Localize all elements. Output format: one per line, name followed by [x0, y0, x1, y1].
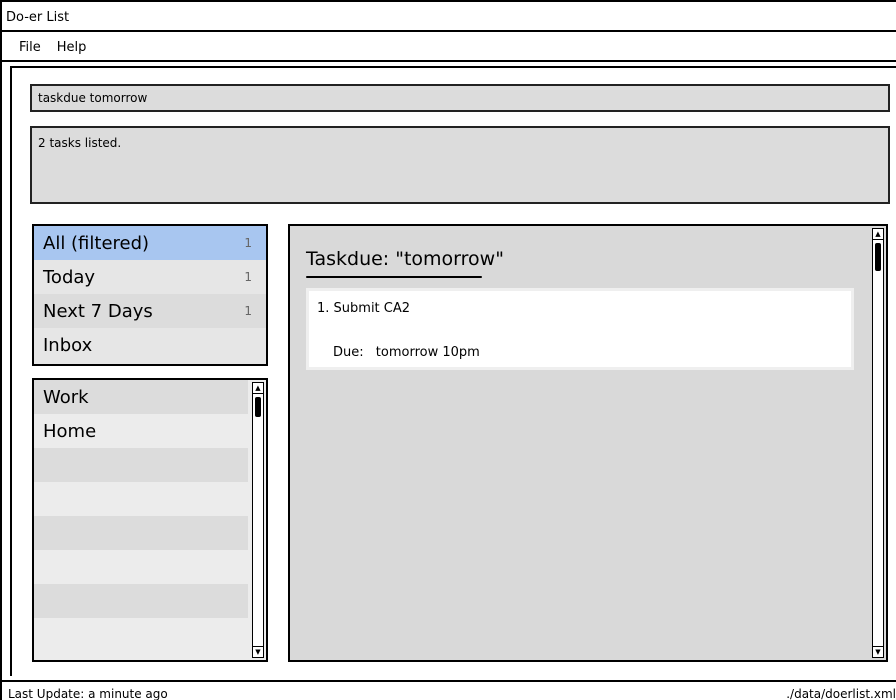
filter-item-next-7-days[interactable]: Next 7 Days 1: [34, 294, 266, 328]
task-due-value: tomorrow 10pm: [375, 345, 480, 360]
scrollbar-thumb[interactable]: [255, 397, 261, 417]
filter-item-label: All (filtered): [43, 232, 150, 254]
category-list-scrollbar[interactable]: ▲ ▼: [252, 382, 264, 658]
last-update-text: Last Update: a minute ago: [8, 687, 168, 700]
list-item: [34, 550, 248, 584]
window-title: Do-er List: [6, 10, 70, 25]
task-card[interactable]: 1. Submit CA2 Due: tomorrow 10pm: [306, 288, 854, 370]
command-input[interactable]: taskdue tomorrow: [30, 84, 890, 112]
detail-title: Taskdue: "tomorrow": [306, 248, 504, 270]
main-area: taskdue tomorrow 2 tasks listed. All (fi…: [10, 66, 896, 676]
filter-item-count: 1: [244, 270, 252, 284]
menu-file[interactable]: File: [19, 40, 41, 60]
menu-help[interactable]: Help: [57, 40, 87, 60]
status-bar: Last Update: a minute ago ./data/doerlis…: [2, 680, 896, 700]
task-due: Due: tomorrow 10pm: [333, 345, 480, 360]
filter-panel: All (filtered) 1 Today 1 Next 7 Days 1 I…: [32, 224, 268, 366]
filter-item-count: 1: [244, 304, 252, 318]
title-bar: Do-er List: [2, 2, 896, 32]
category-item-label: Work: [43, 386, 89, 408]
filter-item-all[interactable]: All (filtered) 1: [34, 226, 266, 260]
filter-item-count: 1: [244, 236, 252, 250]
task-name: 1. Submit CA2: [317, 301, 411, 316]
file-path-text: ./data/doerlist.xml: [786, 687, 896, 700]
scrollbar-thumb[interactable]: [875, 243, 881, 271]
list-item: [34, 618, 248, 652]
task-due-label: Due:: [333, 345, 364, 360]
list-item: [34, 448, 248, 482]
scroll-up-arrow-icon[interactable]: ▲: [253, 383, 263, 394]
result-display: 2 tasks listed.: [30, 126, 890, 204]
title-underline: [306, 276, 482, 278]
task-detail-panel: Taskdue: "tomorrow" 1. Submit CA2 Due: t…: [288, 224, 888, 662]
filter-item-label: Inbox: [43, 334, 93, 356]
filter-item-label: Next 7 Days: [43, 300, 153, 322]
scroll-down-arrow-icon[interactable]: ▼: [253, 646, 263, 657]
scroll-up-arrow-icon[interactable]: ▲: [873, 229, 883, 240]
category-list: Work Home ▲ ▼: [32, 378, 268, 662]
filter-item-inbox[interactable]: Inbox: [34, 328, 266, 362]
category-item-work[interactable]: Work: [34, 380, 248, 414]
command-input-value: taskdue tomorrow: [38, 91, 148, 105]
filter-item-today[interactable]: Today 1: [34, 260, 266, 294]
scroll-down-arrow-icon[interactable]: ▼: [873, 646, 883, 657]
menu-bar: File Help: [2, 32, 896, 62]
list-item: [34, 584, 248, 618]
app-window: Do-er List File Help taskdue tomorrow 2 …: [0, 0, 896, 700]
category-item-label: Home: [43, 420, 97, 442]
category-item-home[interactable]: Home: [34, 414, 248, 448]
detail-scrollbar[interactable]: ▲ ▼: [872, 228, 884, 658]
list-item: [34, 516, 248, 550]
list-item: [34, 482, 248, 516]
filter-item-label: Today: [43, 266, 96, 288]
result-text: 2 tasks listed.: [38, 136, 122, 150]
